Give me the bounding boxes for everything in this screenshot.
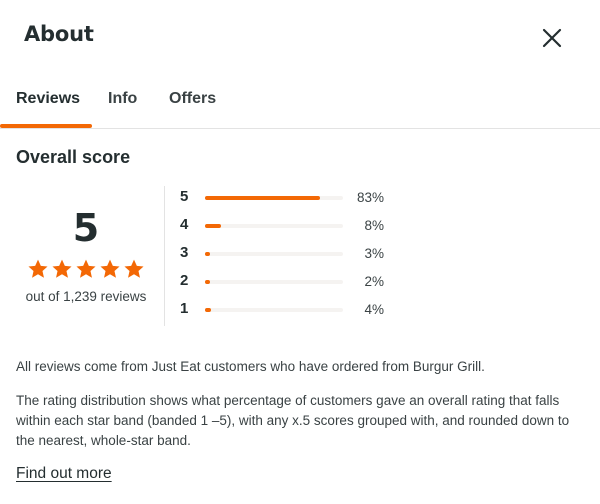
rating-distribution: 5 83% 4 8% 3 3% 2 2% 1 4% — [180, 186, 400, 326]
review-count: out of 1,239 reviews — [25, 289, 147, 304]
distribution-bar-fill — [205, 280, 210, 284]
distribution-bar-track — [205, 196, 343, 200]
distribution-percent: 2% — [364, 274, 384, 289]
tab-reviews[interactable]: Reviews — [16, 80, 80, 128]
dialog-title: About — [24, 22, 94, 46]
distribution-star-label: 1 — [180, 300, 189, 317]
star-icon — [28, 259, 48, 278]
close-icon — [542, 28, 562, 48]
distribution-bar-fill — [205, 196, 320, 200]
dialog-header: About — [0, 0, 600, 72]
vertical-divider — [164, 186, 165, 326]
tab-offers[interactable]: Offers — [169, 80, 216, 128]
distribution-bar-fill — [205, 224, 221, 228]
star-icon — [76, 259, 96, 278]
tab-offers-label: Offers — [169, 90, 217, 107]
distribution-percent: 4% — [364, 302, 384, 317]
tab-reviews-label: Reviews — [16, 90, 81, 107]
star-rating — [24, 258, 148, 280]
distribution-star-label: 2 — [180, 272, 189, 289]
star-icon — [100, 259, 120, 278]
distribution-star-label: 5 — [180, 188, 189, 205]
distribution-bar-fill — [205, 308, 211, 312]
distribution-percent: 83% — [356, 190, 384, 205]
star-icon — [124, 259, 144, 278]
score-value: 5 — [72, 206, 100, 250]
overall-score-heading: Overall score — [16, 147, 131, 167]
score-summary: 5 out of 1,239 reviews — [16, 186, 156, 326]
tab-info-label: Info — [108, 90, 138, 107]
distribution-bar-track — [205, 280, 343, 284]
distribution-star-label: 4 — [180, 216, 189, 233]
distribution-percent: 8% — [364, 218, 384, 233]
active-tab-indicator — [0, 124, 92, 128]
star-icon — [52, 259, 72, 278]
info-paragraph-source: All reviews come from Just Eat customers… — [16, 359, 485, 374]
find-out-more-link[interactable]: Find out more — [16, 465, 112, 483]
distribution-bar-track — [205, 308, 343, 312]
close-button[interactable] — [536, 22, 568, 54]
distribution-bar-track — [205, 224, 343, 228]
about-dialog: About Reviews Info Offers Overall score … — [0, 0, 600, 504]
distribution-row-5-stars: 5 83% — [180, 186, 400, 210]
distribution-bar-fill — [205, 252, 210, 256]
tab-bar: Reviews Info Offers — [0, 80, 600, 129]
distribution-row-1-stars: 1 4% — [180, 298, 400, 322]
distribution-row-3-stars: 3 3% — [180, 242, 400, 266]
info-paragraph-distribution: The rating distribution shows what perce… — [16, 393, 570, 448]
distribution-star-label: 3 — [180, 244, 189, 261]
distribution-bar-track — [205, 252, 343, 256]
distribution-row-4-stars: 4 8% — [180, 214, 400, 238]
tab-info[interactable]: Info — [108, 80, 137, 128]
distribution-row-2-stars: 2 2% — [180, 270, 400, 294]
distribution-percent: 3% — [364, 246, 384, 261]
